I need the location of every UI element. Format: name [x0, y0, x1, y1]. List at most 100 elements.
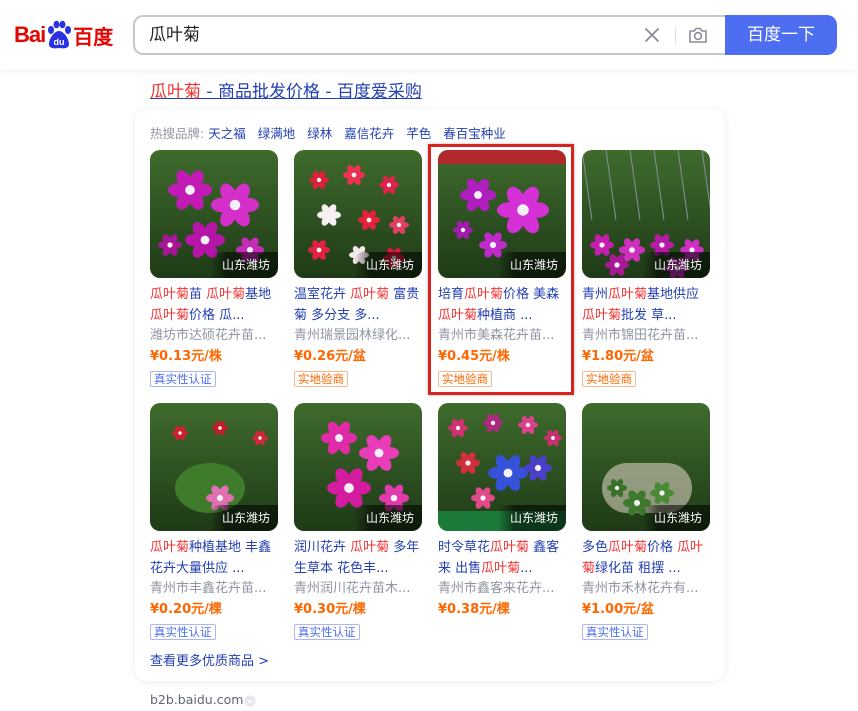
seller-name[interactable]: 青州市锦田花卉苗... — [582, 326, 712, 346]
product-item[interactable]: 山东潍坊 培育瓜叶菊价格 美森 瓜叶菊种植商 ... 青州市美森花卉苗... ¥0.4… — [438, 150, 568, 387]
product-name-text: 苗 — [189, 287, 207, 302]
product-name-keyword: 瓜叶菊 — [150, 287, 190, 302]
hot-brand-link[interactable]: 天之福 — [208, 126, 246, 141]
product-card: 热搜品牌: 天之福 绿满地 绿林 嘉信花卉 芊色 春百宝种业 山东潍坊 瓜叶菊苗 … — [135, 109, 725, 681]
product-image[interactable]: 山东潍坊 — [582, 403, 710, 531]
product-name-link[interactable]: 培育瓜叶菊价格 美森 瓜叶菊种植商 ... — [438, 284, 568, 326]
location-label: 山东潍坊 — [641, 505, 710, 531]
hot-brands: 热搜品牌: 天之福 绿满地 绿林 嘉信花卉 芊色 春百宝种业 — [150, 123, 514, 142]
product-name-keyword: 瓜叶菊 — [350, 287, 390, 302]
product-name-text: 时令草花 — [438, 540, 491, 555]
seller-name[interactable]: 青州市禾林花卉有... — [582, 579, 712, 599]
hot-brand-link[interactable]: 嘉信花卉 — [344, 126, 394, 141]
location-label: 山东潍坊 — [209, 505, 278, 531]
verified-merchant-badge: 实地验商 — [582, 371, 636, 387]
product-name-link[interactable]: 青州瓜叶菊基地供应 瓜叶菊批发 草... — [582, 284, 712, 326]
hot-brands-label: 热搜品牌: — [150, 126, 205, 141]
location-label: 山东潍坊 — [353, 252, 422, 278]
seller-name[interactable]: 青州瑞景园林绿化... — [294, 326, 424, 346]
product-name-keyword: 瓜叶菊 — [438, 308, 478, 323]
product-name-text: 价格 瓜... — [189, 308, 245, 323]
product-name-keyword: 瓜叶菊 — [608, 540, 648, 555]
product-name-link[interactable]: 温室花卉 瓜叶菊 富贵菊 多分支 多... — [294, 284, 424, 326]
product-name-link[interactable]: 瓜叶菊种植基地 丰鑫花卉大量供应 ... — [150, 537, 280, 579]
product-name-link[interactable]: 瓜叶菊苗 瓜叶菊基地 瓜叶菊价格 瓜... — [150, 284, 280, 326]
authenticity-badge: 真实性认证 — [582, 624, 648, 640]
authenticity-badge: 真实性认证 — [150, 371, 216, 387]
product-image[interactable]: 山东潍坊 — [438, 403, 566, 531]
svg-text:du: du — [54, 37, 65, 47]
search-box — [133, 15, 729, 55]
location-label: 山东潍坊 — [353, 505, 422, 531]
logo-text-du: 百度 — [73, 24, 114, 49]
product-name-link[interactable]: 时令草花瓜叶菊 鑫客来 出售瓜叶菊... — [438, 537, 568, 579]
seller-name[interactable]: 青州市美森花卉苗... — [438, 326, 568, 346]
product-image[interactable]: 山东潍坊 — [150, 403, 278, 531]
product-item[interactable]: 山东潍坊 润川花卉 瓜叶菊 多年生草本 花色丰... 青州润川花卉苗木... ¥0.3… — [294, 403, 424, 640]
product-name-link[interactable]: 润川花卉 瓜叶菊 多年生草本 花色丰... — [294, 537, 424, 579]
location-label: 山东潍坊 — [641, 252, 710, 278]
location-label: 山东潍坊 — [209, 252, 278, 278]
product-name-keyword: 瓜叶菊 — [464, 287, 504, 302]
product-name-text: 价格 美森 — [503, 287, 560, 302]
price: ¥0.38元/棵 — [438, 602, 510, 617]
seller-name[interactable]: 潍坊市达硕花卉苗... — [150, 326, 280, 346]
product-name-text: 绿化苗 租摆 ... — [595, 561, 681, 576]
search-input[interactable] — [149, 17, 629, 53]
clear-icon[interactable] — [643, 26, 661, 44]
product-name-text: 润川花卉 — [294, 540, 351, 555]
hot-brand-link[interactable]: 芊色 — [406, 126, 431, 141]
logo-text-bai: Bai — [14, 22, 46, 47]
hot-brand-link[interactable]: 绿满地 — [258, 126, 296, 141]
product-name-text: 培育 — [438, 287, 465, 302]
price: ¥0.13元/株 — [150, 349, 222, 364]
location-label: 山东潍坊 — [497, 505, 566, 531]
product-item[interactable]: 山东潍坊时令草花瓜叶菊 鑫客来 出售瓜叶菊... 青州市鑫客来花卉... ¥0.38… — [438, 403, 568, 621]
result-title-keyword: 瓜叶菊 — [150, 82, 201, 102]
location-label: 山东潍坊 — [497, 252, 566, 278]
product-image[interactable]: 山东潍坊 — [294, 403, 422, 531]
result-title-link[interactable]: 瓜叶菊 - 商品批发价格 - 百度爱采购 — [150, 77, 422, 102]
header-bar: Bai du 百度 百度一下 — [0, 0, 858, 70]
product-name-text: 价格 — [647, 540, 678, 555]
result-title-text: - 商品批发价格 - 百度爱采购 — [201, 82, 422, 102]
product-item[interactable]: 山东潍坊温室花卉 瓜叶菊 富贵菊 多分支 多... 青州瑞景园林绿化... ¥0.2… — [294, 150, 424, 387]
price: ¥1.00元/盆 — [582, 602, 654, 617]
product-name-text: 种植商 ... — [477, 308, 533, 323]
source-url[interactable]: b2b.baidu.com — [150, 692, 243, 707]
authenticity-badge: 真实性认证 — [294, 624, 360, 640]
product-name-text: ... — [520, 561, 533, 576]
hot-brand-link[interactable]: 春百宝种业 — [443, 126, 506, 141]
product-name-text: 基地供应 — [647, 287, 700, 302]
product-name-text: 多色 — [582, 540, 609, 555]
product-item[interactable]: 山东潍坊 青州瓜叶菊基地供应 瓜叶菊批发 草... 青州市锦田花卉苗... ¥1.80… — [582, 150, 712, 387]
product-image[interactable]: 山东潍坊 — [294, 150, 422, 278]
product-name-keyword: 瓜叶菊 — [490, 540, 530, 555]
product-name-text: 批发 草... — [621, 308, 677, 323]
product-name-keyword: 瓜叶菊 — [481, 561, 521, 576]
more-products-link[interactable]: 查看更多优质商品 > — [150, 650, 269, 669]
verified-merchant-badge: 实地验商 — [294, 371, 348, 387]
separator — [675, 27, 676, 44]
price: ¥0.26元/盆 — [294, 349, 366, 364]
product-name-keyword: 瓜叶菊 — [150, 308, 190, 323]
product-item[interactable]: 山东潍坊瓜叶菊苗 瓜叶菊基地 瓜叶菊价格 瓜... 潍坊市达硕花卉苗... ¥0.1… — [150, 150, 280, 387]
dropdown-icon[interactable] — [244, 695, 256, 707]
product-item[interactable]: 山东潍坊 多色瓜叶菊价格 瓜叶菊绿化苗 租摆 ... 青州市禾林花卉有... ¥1.0… — [582, 403, 712, 640]
seller-name[interactable]: 青州润川花卉苗木... — [294, 579, 424, 599]
product-name-text: 温室花卉 — [294, 287, 351, 302]
product-item[interactable]: 山东潍坊 瓜叶菊种植基地 丰鑫花卉大量供应 ... 青州市丰鑫花卉苗... ¥0.20… — [150, 403, 280, 640]
product-image[interactable]: 山东潍坊 — [150, 150, 278, 278]
product-name-link[interactable]: 多色瓜叶菊价格 瓜叶菊绿化苗 租摆 ... — [582, 537, 712, 579]
product-name-keyword: 瓜叶菊 — [206, 287, 246, 302]
product-image[interactable]: 山东潍坊 — [438, 150, 566, 278]
seller-name[interactable]: 青州市鑫客来花卉... — [438, 579, 568, 599]
camera-icon[interactable] — [687, 24, 709, 46]
hot-brand-link[interactable]: 绿林 — [307, 126, 332, 141]
product-name-keyword: 瓜叶菊 — [150, 540, 190, 555]
search-button[interactable]: 百度一下 — [725, 15, 837, 55]
authenticity-badge: 真实性认证 — [150, 624, 216, 640]
product-image[interactable]: 山东潍坊 — [582, 150, 710, 278]
baidu-logo[interactable]: Bai du 百度 — [14, 17, 113, 53]
seller-name[interactable]: 青州市丰鑫花卉苗... — [150, 579, 280, 599]
